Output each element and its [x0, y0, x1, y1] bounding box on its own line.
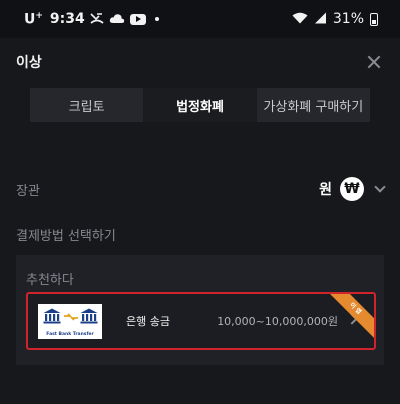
payment-method-label: 결제방법 선택하기	[16, 229, 116, 244]
tab-crypto[interactable]: 크립토	[30, 88, 143, 122]
status-time: 9:34	[49, 11, 85, 27]
bank-icon	[80, 308, 98, 324]
currency-row-label: 장관	[16, 183, 40, 199]
logo-text: Fast Bank Transfer	[46, 332, 94, 337]
notification-dot-icon	[154, 17, 159, 21]
bank-icon	[64, 313, 78, 321]
chevron-down-icon	[374, 181, 386, 193]
youtube-icon	[129, 13, 146, 25]
bank-icon	[43, 308, 61, 324]
recommend-title: 추천하다	[26, 273, 74, 288]
currency-name: 원	[319, 182, 332, 198]
carrier-label: U+	[24, 10, 43, 28]
currency-row: 장관 원 ₩	[16, 172, 386, 206]
close-icon[interactable]	[364, 52, 384, 72]
battery-icon	[370, 12, 378, 26]
payment-option-name: 은행 송금	[126, 315, 170, 328]
wifi-icon	[292, 12, 308, 26]
payment-option-range: 10,000~10,000,000원	[217, 315, 338, 328]
battery-percent: 31%	[332, 11, 364, 27]
tab-buy-crypto[interactable]: 가상화폐 구매하기	[257, 88, 370, 122]
bank-transfer-logo: Fast Bank Transfer	[38, 304, 102, 339]
missed-call-icon	[90, 12, 104, 26]
recommend-panel: 추천하다 Fast Bank Transfer 은행 송금 10,000~10,…	[16, 255, 384, 365]
signal-icon	[314, 12, 327, 26]
cloud-icon	[109, 13, 125, 26]
tab-fiat[interactable]: 법정화폐	[143, 88, 257, 122]
won-currency-icon: ₩	[340, 177, 364, 201]
tab-bar: 크립토 법정화폐 가상화폐 구매하기	[30, 88, 370, 122]
header: 이상	[0, 38, 400, 86]
currency-selector[interactable]: 원 ₩	[319, 177, 386, 201]
bank-transfer-option[interactable]: Fast Bank Transfer 은행 송금 10,000~10,000,0…	[26, 292, 376, 350]
status-bar: U+ 9:34 31%	[0, 0, 400, 38]
page-title: 이상	[16, 55, 42, 71]
